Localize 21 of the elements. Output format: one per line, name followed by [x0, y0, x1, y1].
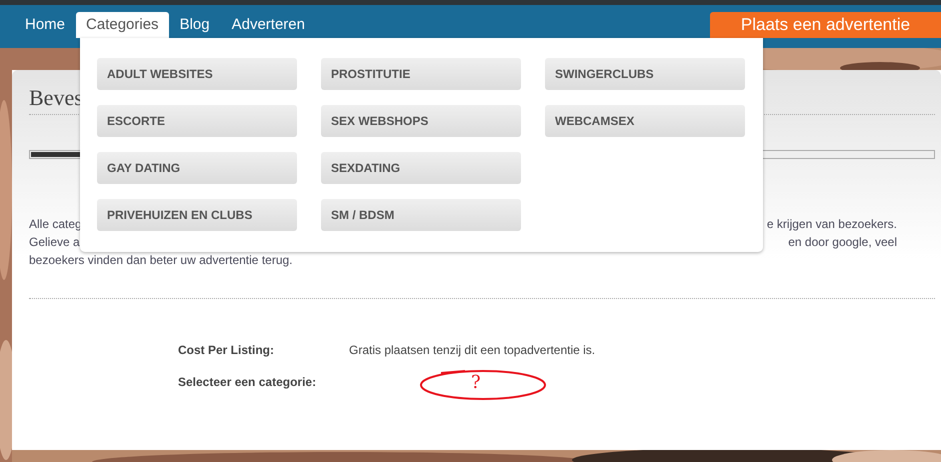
post-ad-button[interactable]: Plaats een advertentie — [710, 12, 941, 38]
nav-tab[interactable]: Adverteren — [220, 12, 316, 38]
category-button[interactable]: ESCORTE — [97, 105, 297, 137]
field-value: Gratis plaatsen tenzij dit een topadvertentie is. — [349, 342, 596, 359]
intro-text: Gelieve a — [29, 234, 80, 251]
nav-tab[interactable]: Categories — [76, 12, 169, 38]
category-button[interactable]: PRIVEHUIZEN EN CLUBS — [97, 199, 297, 231]
nav-tab[interactable]: Home — [14, 12, 76, 38]
field-label: Selecteer een categorie: — [178, 374, 318, 391]
intro-text: en door google, veel — [788, 234, 897, 251]
page-title: Beves — [29, 85, 84, 111]
category-button[interactable]: SM / BDSM — [321, 199, 521, 231]
intro-text: bezoekers vinden dan beter uw advertentie terug. — [29, 252, 293, 269]
field-label: Cost Per Listing: — [178, 342, 276, 359]
category-button[interactable]: SEXDATING — [321, 152, 521, 184]
nav-tab[interactable]: Blog — [168, 12, 221, 38]
category-button[interactable]: WEBCAMSEX — [545, 105, 745, 137]
category-button[interactable]: GAY DATING — [97, 152, 297, 184]
annotation-drawing: ? — [419, 367, 547, 401]
category-button[interactable]: SEX WEBSHOPS — [321, 105, 521, 137]
intro-text: e krijgen van bezoekers. — [766, 216, 897, 233]
